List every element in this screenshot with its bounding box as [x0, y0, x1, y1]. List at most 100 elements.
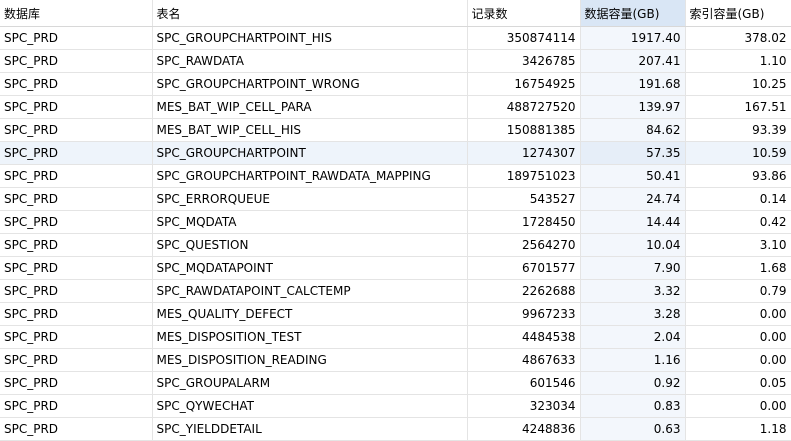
- cell-data-size[interactable]: 57.35: [580, 141, 686, 165]
- table-row[interactable]: SPC_PRD SPC_MQDATAPOINT 6701577 7.90 1.68: [0, 256, 791, 280]
- cell-record-count[interactable]: 150881385: [467, 118, 581, 142]
- table-row[interactable]: SPC_PRD MES_BAT_WIP_CELL_PARA 488727520 139…: [0, 95, 791, 119]
- cell-record-count[interactable]: 4484538: [467, 325, 581, 349]
- cell-record-count[interactable]: 1274307: [467, 141, 581, 165]
- table-row[interactable]: SPC_PRD SPC_ERRORQUEUE 543527 24.74 0.14: [0, 187, 791, 211]
- cell-database[interactable]: SPC_PRD: [0, 302, 153, 326]
- column-header-record-count[interactable]: 记录数: [467, 0, 581, 27]
- cell-table-name[interactable]: SPC_GROUPCHARTPOINT: [152, 141, 468, 165]
- cell-record-count[interactable]: 3426785: [467, 49, 581, 73]
- cell-index-size[interactable]: 1.10: [685, 49, 791, 73]
- table-row[interactable]: SPC_PRD SPC_QUESTION 2564270 10.04 3.10: [0, 233, 791, 257]
- cell-data-size[interactable]: 10.04: [580, 233, 686, 257]
- cell-record-count[interactable]: 4867633: [467, 348, 581, 372]
- cell-data-size[interactable]: 50.41: [580, 164, 686, 188]
- cell-index-size[interactable]: 10.25: [685, 72, 791, 96]
- cell-data-size[interactable]: 2.04: [580, 325, 686, 349]
- cell-table-name[interactable]: MES_BAT_WIP_CELL_HIS: [152, 118, 468, 142]
- cell-table-name[interactable]: MES_QUALITY_DEFECT: [152, 302, 468, 326]
- cell-database[interactable]: SPC_PRD: [0, 49, 153, 73]
- cell-record-count[interactable]: 1728450: [467, 210, 581, 234]
- cell-table-name[interactable]: SPC_GROUPALARM: [152, 371, 468, 395]
- cell-data-size[interactable]: 207.41: [580, 49, 686, 73]
- cell-data-size[interactable]: 3.28: [580, 302, 686, 326]
- table-row[interactable]: SPC_PRD MES_BAT_WIP_CELL_HIS 150881385 84.6…: [0, 118, 791, 142]
- cell-record-count[interactable]: 2564270: [467, 233, 581, 257]
- cell-data-size[interactable]: 0.92: [580, 371, 686, 395]
- cell-database[interactable]: SPC_PRD: [0, 279, 153, 303]
- cell-database[interactable]: SPC_PRD: [0, 394, 153, 418]
- cell-record-count[interactable]: 488727520: [467, 95, 581, 119]
- cell-index-size[interactable]: 0.79: [685, 279, 791, 303]
- cell-index-size[interactable]: 167.51: [685, 95, 791, 119]
- cell-table-name[interactable]: MES_BAT_WIP_CELL_PARA: [152, 95, 468, 119]
- table-row[interactable]: SPC_PRD SPC_GROUPCHARTPOINT 1274307 57.35 10…: [0, 141, 791, 165]
- cell-database[interactable]: SPC_PRD: [0, 187, 153, 211]
- cell-index-size[interactable]: 0.42: [685, 210, 791, 234]
- cell-record-count[interactable]: 9967233: [467, 302, 581, 326]
- table-row[interactable]: SPC_PRD MES_DISPOSITION_READING 4867633 1.1…: [0, 348, 791, 372]
- cell-database[interactable]: SPC_PRD: [0, 371, 153, 395]
- table-row[interactable]: SPC_PRD SPC_GROUPCHARTPOINT_WRONG 16754925…: [0, 72, 791, 96]
- table-row[interactable]: SPC_PRD SPC_QYWECHAT 323034 0.83 0.00: [0, 394, 791, 418]
- column-header-database[interactable]: 数据库: [0, 0, 153, 27]
- cell-data-size[interactable]: 24.74: [580, 187, 686, 211]
- cell-index-size[interactable]: 1.68: [685, 256, 791, 280]
- column-header-data-size[interactable]: 数据容量(GB): [580, 0, 686, 27]
- cell-index-size[interactable]: 10.59: [685, 141, 791, 165]
- cell-table-name[interactable]: SPC_RAWDATAPOINT_CALCTEMP: [152, 279, 468, 303]
- cell-database[interactable]: SPC_PRD: [0, 233, 153, 257]
- cell-data-size[interactable]: 1.16: [580, 348, 686, 372]
- cell-database[interactable]: SPC_PRD: [0, 95, 153, 119]
- cell-database[interactable]: SPC_PRD: [0, 141, 153, 165]
- cell-data-size[interactable]: 7.90: [580, 256, 686, 280]
- table-row[interactable]: SPC_PRD SPC_RAWDATAPOINT_CALCTEMP 2262688 3…: [0, 279, 791, 303]
- cell-data-size[interactable]: 3.32: [580, 279, 686, 303]
- cell-record-count[interactable]: 2262688: [467, 279, 581, 303]
- cell-index-size[interactable]: 0.00: [685, 325, 791, 349]
- cell-index-size[interactable]: 1.18: [685, 417, 791, 441]
- cell-data-size[interactable]: 0.83: [580, 394, 686, 418]
- cell-table-name[interactable]: SPC_ERRORQUEUE: [152, 187, 468, 211]
- cell-record-count[interactable]: 16754925: [467, 72, 581, 96]
- cell-database[interactable]: SPC_PRD: [0, 164, 153, 188]
- cell-index-size[interactable]: 3.10: [685, 233, 791, 257]
- cell-database[interactable]: SPC_PRD: [0, 417, 153, 441]
- cell-record-count[interactable]: 350874114: [467, 26, 581, 50]
- table-row[interactable]: SPC_PRD SPC_MQDATA 1728450 14.44 0.42: [0, 210, 791, 234]
- cell-data-size[interactable]: 14.44: [580, 210, 686, 234]
- cell-index-size[interactable]: 0.00: [685, 302, 791, 326]
- cell-index-size[interactable]: 0.00: [685, 394, 791, 418]
- cell-data-size[interactable]: 191.68: [580, 72, 686, 96]
- cell-table-name[interactable]: SPC_RAWDATA: [152, 49, 468, 73]
- cell-database[interactable]: SPC_PRD: [0, 26, 153, 50]
- table-row[interactable]: SPC_PRD SPC_GROUPCHARTPOINT_RAWDATA_MAPPI…: [0, 164, 791, 188]
- cell-record-count[interactable]: 189751023: [467, 164, 581, 188]
- column-header-index-size[interactable]: 索引容量(GB): [685, 0, 791, 27]
- cell-record-count[interactable]: 4248836: [467, 417, 581, 441]
- table-row[interactable]: SPC_PRD MES_DISPOSITION_TEST 4484538 2.04 0.…: [0, 325, 791, 349]
- cell-database[interactable]: SPC_PRD: [0, 325, 153, 349]
- cell-index-size[interactable]: 0.14: [685, 187, 791, 211]
- table-row[interactable]: SPC_PRD SPC_GROUPALARM 601546 0.92 0.05: [0, 371, 791, 395]
- cell-table-name[interactable]: MES_DISPOSITION_READING: [152, 348, 468, 372]
- cell-data-size[interactable]: 0.63: [580, 417, 686, 441]
- cell-index-size[interactable]: 378.02: [685, 26, 791, 50]
- cell-index-size[interactable]: 93.39: [685, 118, 791, 142]
- cell-database[interactable]: SPC_PRD: [0, 256, 153, 280]
- table-row[interactable]: SPC_PRD SPC_YIELDDETAIL 4248836 0.63 1.18: [0, 417, 791, 441]
- table-row[interactable]: SPC_PRD SPC_GROUPCHARTPOINT_HIS 350874114 1…: [0, 26, 791, 50]
- cell-database[interactable]: SPC_PRD: [0, 72, 153, 96]
- cell-data-size[interactable]: 139.97: [580, 95, 686, 119]
- cell-database[interactable]: SPC_PRD: [0, 348, 153, 372]
- cell-table-name[interactable]: SPC_MQDATAPOINT: [152, 256, 468, 280]
- column-header-table-name[interactable]: 表名: [152, 0, 468, 27]
- cell-table-name[interactable]: SPC_QUESTION: [152, 233, 468, 257]
- cell-table-name[interactable]: SPC_MQDATA: [152, 210, 468, 234]
- cell-data-size[interactable]: 84.62: [580, 118, 686, 142]
- cell-index-size[interactable]: 0.05: [685, 371, 791, 395]
- cell-record-count[interactable]: 6701577: [467, 256, 581, 280]
- cell-index-size[interactable]: 93.86: [685, 164, 791, 188]
- cell-table-name[interactable]: SPC_QYWECHAT: [152, 394, 468, 418]
- cell-table-name[interactable]: MES_DISPOSITION_TEST: [152, 325, 468, 349]
